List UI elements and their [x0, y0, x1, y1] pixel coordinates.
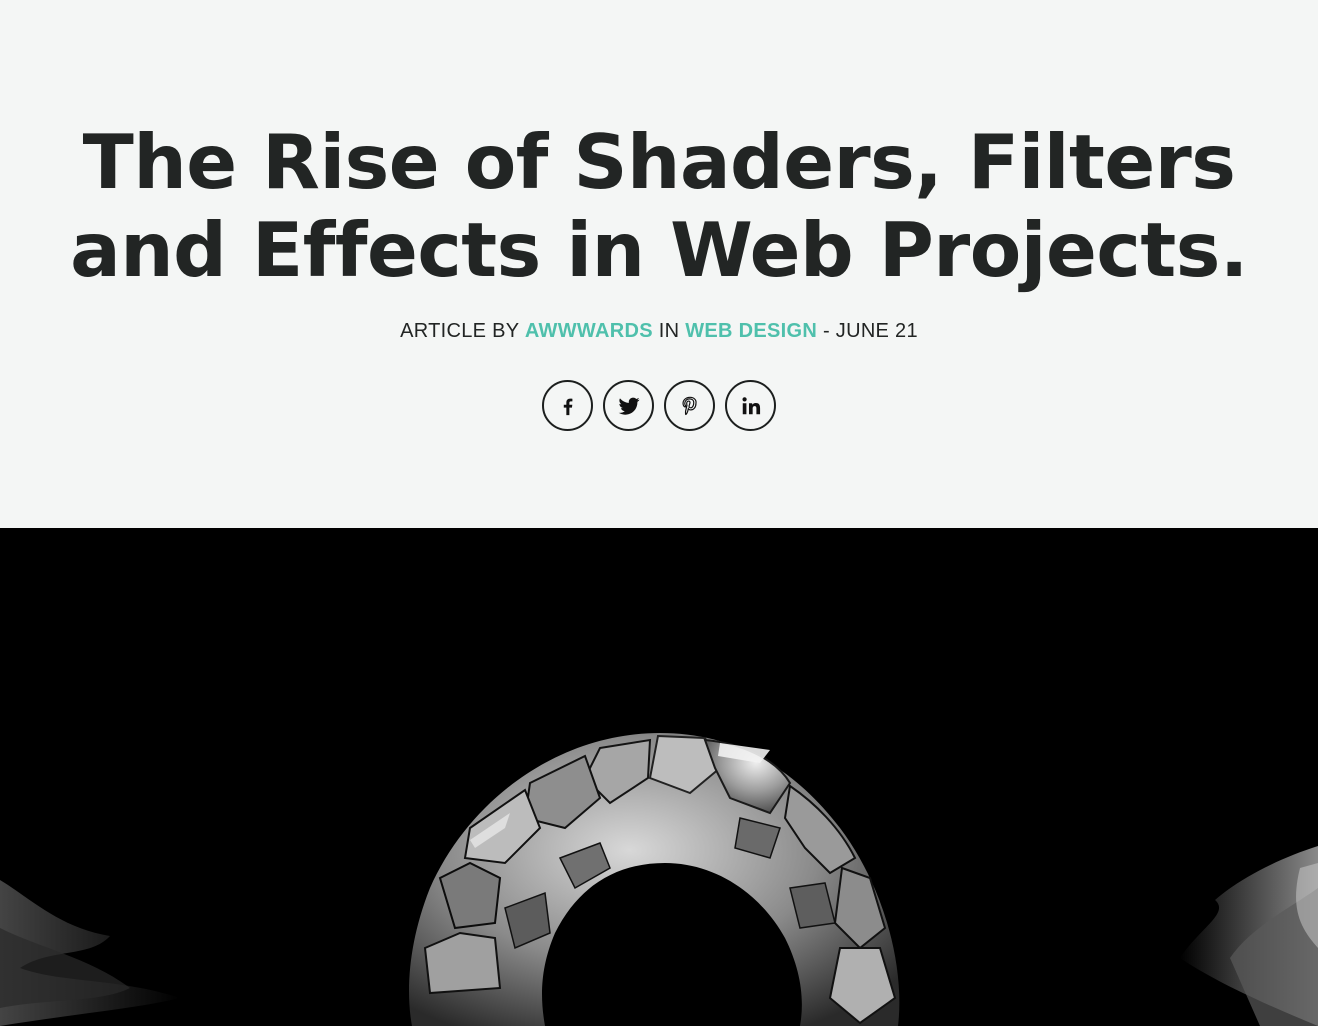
stone-ring: [409, 733, 900, 1026]
article-header: The Rise of Shaders, Filters and Effects…: [0, 0, 1318, 528]
byline-in: IN: [658, 320, 680, 342]
share-facebook-button[interactable]: [542, 380, 593, 431]
article-byline: ARTICLE BY AWWWARDS IN WEB DESIGN - JUNE…: [0, 318, 1318, 344]
byline-date: - JUNE 21: [822, 320, 918, 342]
share-pinterest-button[interactable]: [664, 380, 715, 431]
twitter-icon: [618, 397, 639, 415]
hero-image: [0, 528, 1318, 1026]
hero-shader-artwork: [0, 733, 1318, 1026]
share-twitter-button[interactable]: [603, 380, 654, 431]
share-buttons: [0, 380, 1318, 431]
article-title: The Rise of Shaders, Filters and Effects…: [0, 118, 1318, 294]
facebook-icon: [563, 398, 572, 415]
byline-prefix: ARTICLE BY: [400, 320, 520, 342]
article-title-line-2: and Effects in Web Projects.: [70, 206, 1248, 294]
linkedin-icon: [741, 396, 760, 414]
share-linkedin-button[interactable]: [725, 380, 776, 431]
pinterest-icon: [681, 396, 697, 415]
author-link[interactable]: AWWWARDS: [525, 320, 653, 342]
article-title-line-1: The Rise of Shaders, Filters: [82, 118, 1236, 206]
category-link[interactable]: WEB DESIGN: [685, 320, 817, 342]
